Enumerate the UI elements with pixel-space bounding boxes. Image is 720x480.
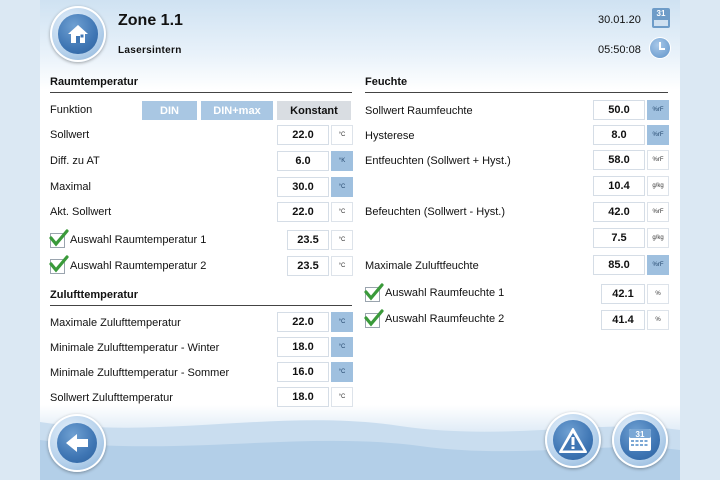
checkmark-icon [49, 255, 69, 273]
room-temp-2-value: 23.5 [287, 256, 329, 276]
maximal-label: Maximal [50, 181, 91, 193]
setpoint-label: Sollwert [50, 129, 90, 141]
room-temp-1-value: 23.5 [287, 230, 329, 250]
min-supply-temp-winter-unit: °C [331, 337, 353, 357]
room-temp-1-label: Auswahl Raumtemperatur 1 [70, 234, 207, 246]
calendar-button[interactable]: 31 [612, 412, 668, 468]
room-humidity-2-label: Auswahl Raumfeuchte 2 [385, 313, 505, 325]
max-supply-humidity-label: Maximale Zuluftfeuchte [365, 260, 479, 272]
humidity-setpoint-unit: %rF [647, 100, 669, 120]
right-margin [680, 0, 720, 480]
room-humidity-2-value: 41.4 [601, 310, 645, 330]
humidify-value: 42.0 [593, 202, 645, 222]
room-humidity-1-unit: % [647, 284, 669, 304]
time-display: 05:50:08 [598, 44, 641, 56]
checkmark-icon [364, 309, 384, 327]
calendar-day: 31 [656, 9, 666, 18]
dehumidify-abs-unit: g/kg [647, 176, 669, 196]
max-supply-temp-value[interactable]: 22.0 [277, 312, 329, 332]
calendar-icon: 31 [652, 8, 670, 28]
dehumidify-value: 58.0 [593, 150, 645, 170]
min-supply-temp-winter-value[interactable]: 18.0 [277, 337, 329, 357]
diff-at-unit: °K [331, 151, 353, 171]
humidify-abs-value: 7.5 [593, 228, 645, 248]
current-setpoint-value: 22.0 [277, 202, 329, 222]
dehumidify-label: Entfeuchten (Sollwert + Hyst.) [365, 155, 511, 167]
diff-at-value[interactable]: 6.0 [277, 151, 329, 171]
function-label: Funktion [50, 104, 93, 116]
room-temp-1-unit: °C [331, 230, 353, 250]
setpoint-value[interactable]: 22.0 [277, 125, 329, 145]
hysteresis-value[interactable]: 8.0 [593, 125, 645, 145]
mode-button-din[interactable]: DIN [142, 101, 197, 120]
min-supply-temp-summer-label: Minimale Zulufttemperatur - Sommer [50, 367, 230, 379]
dehumidify-unit: %rF [647, 150, 669, 170]
room-humidity-1-label: Auswahl Raumfeuchte 1 [385, 287, 505, 299]
supply-temp-setpoint-unit: °C [331, 387, 353, 407]
supply-temp-setpoint-label: Sollwert Zulufttemperatur [50, 392, 173, 404]
room-temp-2-label: Auswahl Raumtemperatur 2 [70, 260, 207, 272]
hysteresis-label: Hysterese [365, 130, 415, 142]
max-supply-humidity-value[interactable]: 85.0 [593, 255, 645, 275]
humidify-label: Befeuchten (Sollwert - Hyst.) [365, 206, 505, 218]
humidify-unit: %rF [647, 202, 669, 222]
section-supply-temperature: Zulufttemperatur [50, 289, 352, 306]
back-button[interactable] [48, 414, 106, 472]
max-supply-humidity-unit: %rF [647, 255, 669, 275]
room-temp-2-unit: °C [331, 256, 353, 276]
max-supply-temp-unit: °C [331, 312, 353, 332]
clock-icon [650, 38, 670, 58]
back-arrow-icon [56, 422, 98, 464]
home-button[interactable] [50, 6, 106, 62]
humidity-setpoint-value[interactable]: 50.0 [593, 100, 645, 120]
checkmark-icon [49, 229, 69, 247]
warning-button[interactable] [545, 412, 601, 468]
min-supply-temp-summer-unit: °C [331, 362, 353, 382]
room-humidity-1-value: 42.1 [601, 284, 645, 304]
mode-button-din-max[interactable]: DIN+max [201, 101, 273, 120]
min-supply-temp-winter-label: Minimale Zulufttemperatur - Winter [50, 342, 220, 354]
maximal-value[interactable]: 30.0 [277, 177, 329, 197]
diff-at-label: Diff. zu AT [50, 155, 100, 167]
min-supply-temp-summer-value[interactable]: 16.0 [277, 362, 329, 382]
section-room-temperature: Raumtemperatur [50, 76, 352, 93]
home-icon [58, 14, 98, 54]
room-humidity-1-checkbox[interactable] [364, 283, 384, 302]
warning-icon [553, 420, 593, 460]
zone-title: Zone 1.1 [118, 12, 183, 29]
calendar-icon: 31 [620, 420, 660, 460]
zone-subtitle: Lasersintern [118, 45, 182, 56]
hysteresis-unit: %rF [647, 125, 669, 145]
room-humidity-2-checkbox[interactable] [364, 309, 384, 328]
left-margin [0, 0, 40, 480]
room-humidity-2-unit: % [647, 310, 669, 330]
current-setpoint-unit: °C [331, 202, 353, 222]
max-supply-temp-label: Maximale Zulufttemperatur [50, 317, 181, 329]
humidify-abs-unit: g/kg [647, 228, 669, 248]
current-setpoint-label: Akt. Sollwert [50, 206, 112, 218]
maximal-unit: °C [331, 177, 353, 197]
checkmark-icon [364, 283, 384, 301]
humidity-setpoint-label: Sollwert Raumfeuchte [365, 105, 473, 117]
setpoint-unit: °C [331, 125, 353, 145]
room-temp-1-checkbox[interactable] [49, 229, 69, 248]
dehumidify-abs-value: 10.4 [593, 176, 645, 196]
section-humidity: Feuchte [365, 76, 668, 93]
svg-text:31: 31 [636, 430, 645, 439]
supply-temp-setpoint-value: 18.0 [277, 387, 329, 407]
date-display: 30.01.20 [598, 14, 641, 26]
mode-button-konstant[interactable]: Konstant [277, 101, 351, 120]
room-temp-2-checkbox[interactable] [49, 255, 69, 274]
